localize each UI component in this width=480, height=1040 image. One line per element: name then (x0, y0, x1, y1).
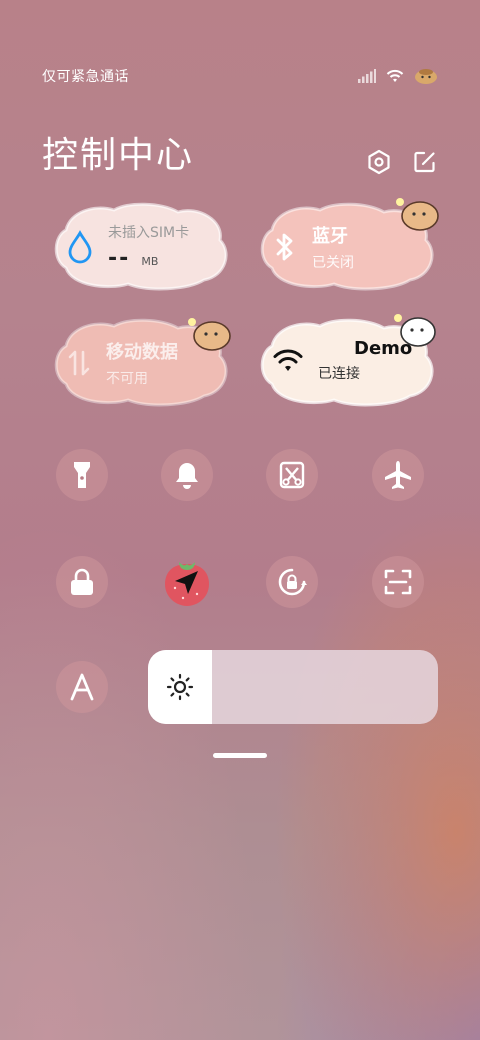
mobile-data-status: 不可用 (106, 371, 148, 387)
sun-icon (166, 673, 194, 701)
tile-text: 蓝牙 已关闭 (312, 222, 354, 272)
location-arrow-icon (175, 571, 198, 594)
edit-button[interactable] (412, 149, 438, 175)
airplane-toggle[interactable] (370, 447, 426, 503)
status-icons (358, 68, 438, 84)
brightness-slider[interactable] (148, 650, 438, 724)
settings-button[interactable] (366, 149, 392, 175)
mascot-sticker-icon (394, 314, 436, 347)
tile-text: 移动数据 不可用 (106, 338, 178, 388)
scan-toggle[interactable] (370, 554, 426, 610)
scan-icon (384, 569, 412, 595)
bell-toggle[interactable] (159, 447, 215, 503)
header-actions (366, 129, 438, 175)
header: 控制中心 (42, 128, 438, 176)
home-indicator[interactable] (213, 753, 267, 758)
settings-hexagon-icon (368, 149, 390, 175)
data-usage-tile[interactable]: 未插入SIM卡 -- MB (48, 200, 230, 292)
sim-status-label: 未插入SIM卡 (108, 225, 190, 241)
tile-text: 未插入SIM卡 -- MB (108, 222, 189, 271)
wifi-icon (386, 69, 404, 82)
wifi-icon (273, 349, 303, 371)
mobile-data-tile[interactable]: 移动数据 不可用 (48, 316, 231, 408)
screenshot-toggle[interactable] (264, 447, 320, 503)
data-arrows-icon (68, 350, 90, 376)
font-size-toggle[interactable] (54, 659, 110, 715)
lock-toggle[interactable] (54, 554, 110, 610)
bell-icon (176, 463, 198, 489)
mobile-data-title: 移动数据 (106, 342, 178, 363)
wifi-tile[interactable]: Demo 已连接 (254, 314, 436, 408)
brightness-fill (148, 650, 212, 724)
mascot-sticker-icon (396, 198, 439, 231)
wifi-status: 已连接 (318, 366, 360, 382)
status-bar: 仅可紧急通话 (42, 64, 438, 88)
flashlight-icon (74, 462, 90, 488)
edit-icon (414, 151, 435, 173)
lock-icon (71, 568, 93, 595)
rotation-lock-toggle[interactable] (264, 554, 320, 610)
signal-icon (358, 69, 376, 83)
carrier-status: 仅可紧急通话 (42, 69, 129, 85)
mascot-battery-icon (415, 69, 437, 84)
font-a-icon (70, 673, 94, 701)
bluetooth-title: 蓝牙 (312, 226, 348, 247)
rotation-lock-icon (278, 568, 307, 596)
data-value-row: -- MB (108, 246, 189, 271)
flashlight-toggle[interactable] (54, 447, 110, 503)
tile-content: 未插入SIM卡 -- MB (66, 222, 220, 271)
scissors-icon (279, 461, 305, 489)
mascot-sticker-icon (188, 318, 231, 351)
data-value: -- (108, 246, 131, 271)
page-title: 控制中心 (42, 135, 195, 176)
data-unit: MB (141, 255, 159, 268)
airplane-icon (385, 461, 411, 489)
bluetooth-icon (276, 233, 293, 261)
water-drop-icon (68, 229, 92, 263)
location-toggle[interactable] (159, 554, 215, 610)
bluetooth-tile[interactable]: 蓝牙 已关闭 (254, 198, 439, 292)
bluetooth-status: 已关闭 (312, 255, 354, 271)
